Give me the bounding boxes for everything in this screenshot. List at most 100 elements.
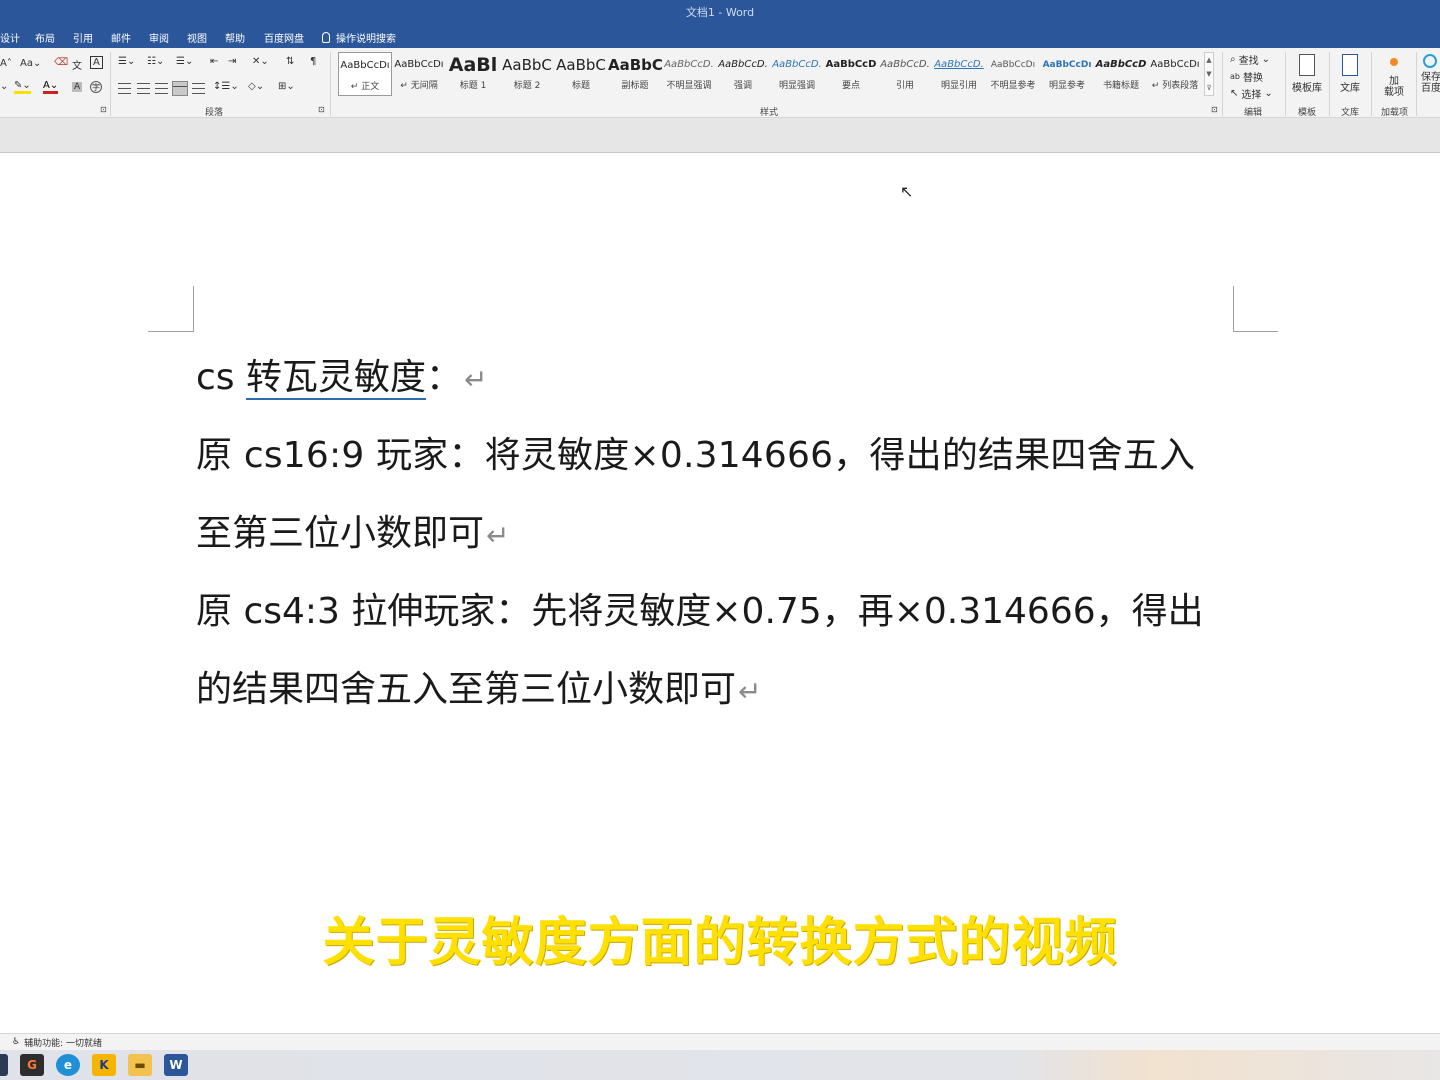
highlight-icon[interactable]: ✎⌄ bbox=[14, 80, 31, 94]
tab-view[interactable]: 视图 bbox=[187, 30, 207, 45]
tab-help[interactable]: 帮助 bbox=[225, 30, 245, 45]
line-spacing-icon[interactable]: ↕☰⌄ bbox=[213, 81, 239, 92]
style-normal[interactable]: AaBbCcDı ↵ 正文 bbox=[338, 52, 392, 96]
font-dialog-launcher-icon[interactable]: ⊡ bbox=[100, 105, 107, 114]
tab-mailings[interactable]: 邮件 bbox=[111, 30, 131, 45]
style-sample: AaBbCcDı bbox=[1042, 60, 1092, 70]
style-subtle-emphasis[interactable]: AaBbCcD. 不明显强调 bbox=[662, 52, 716, 96]
styles-dialog-launcher-icon[interactable]: ⊡ bbox=[1211, 105, 1218, 114]
show-marks-icon[interactable]: ¶ bbox=[310, 56, 316, 67]
font-color-icon[interactable]: A⌄ bbox=[43, 80, 59, 94]
chinese-layout-icon[interactable]: ✕⌄ bbox=[252, 56, 269, 67]
taskbar-edge-icon[interactable]: e bbox=[56, 1054, 80, 1076]
taskbar-g-app-icon[interactable]: G bbox=[20, 1054, 44, 1076]
increase-indent-icon[interactable]: ⇥ bbox=[228, 56, 236, 67]
tab-baidu-netdisk[interactable]: 百度网盘 bbox=[264, 30, 304, 45]
document-page[interactable]: ↖ cs 转瓦灵敏度：↵ 原 cs16:9 玩家：将灵敏度×0.314666，得… bbox=[0, 153, 1440, 1033]
wenku-button[interactable]: 文库 bbox=[1334, 54, 1366, 94]
doc-para-3-line-2[interactable]: 的结果四舍五入至第三位小数即可↵ bbox=[196, 660, 1232, 712]
taskbar-word-icon[interactable]: W bbox=[164, 1054, 188, 1076]
style-intense-reference[interactable]: AaBbCcDı 明显参考 bbox=[1040, 52, 1094, 96]
style-book-title[interactable]: AaBbCcD 书籍标题 bbox=[1094, 52, 1148, 96]
template-library-button[interactable]: 模板库 bbox=[1290, 54, 1324, 94]
style-sample: AaBbCcD. bbox=[934, 59, 984, 70]
bullets-icon[interactable]: ☰⌄ bbox=[118, 56, 135, 67]
numbering-icon[interactable]: ☷⌄ bbox=[147, 56, 164, 67]
tab-layout[interactable]: 布局 bbox=[35, 30, 55, 45]
ribbon: A˄ Aa⌄ ⌫ 文 A ⌄ ✎⌄ A⌄ A 字 ⊡ ☰⌄ ☷⌄ ☰⌄ ⇤ ⇥ … bbox=[0, 48, 1440, 118]
scroll-down-icon[interactable]: ▼ bbox=[1205, 67, 1213, 81]
change-case-icon[interactable]: Aa⌄ bbox=[20, 58, 41, 69]
multilevel-list-icon[interactable]: ☰⌄ bbox=[176, 56, 193, 67]
doc-para-3-line-1[interactable]: 原 cs4:3 拉伸玩家：先将灵敏度×0.75，再×0.314666，得出 bbox=[196, 582, 1232, 634]
status-bar: ♿ 辅助功能: 一切就绪 bbox=[0, 1033, 1440, 1050]
replace-icon: ab bbox=[1230, 72, 1240, 81]
taskbar-app-partial-icon[interactable] bbox=[0, 1054, 8, 1076]
sort-icon[interactable]: ⇅ bbox=[286, 56, 294, 67]
style-heading-1[interactable]: AaBl 标题 1 bbox=[446, 52, 500, 96]
style-quote[interactable]: AaBbCcD. 引用 bbox=[878, 52, 932, 96]
paragraph-mark-icon: ↵ bbox=[486, 519, 510, 552]
style-sample: AaBbCcD bbox=[1095, 59, 1147, 70]
para2-line1-text: 原 cs16:9 玩家：将灵敏度×0.314666，得出的结果四舍五入 bbox=[196, 435, 1196, 476]
tab-design[interactable]: 设计 bbox=[0, 30, 20, 45]
style-subtitle[interactable]: AaBbC 副标题 bbox=[608, 52, 662, 96]
align-center-icon[interactable] bbox=[137, 83, 150, 94]
style-intense-quote[interactable]: AaBbCcD. 明显引用 bbox=[932, 52, 986, 96]
distributed-icon[interactable] bbox=[192, 83, 205, 94]
addins-button[interactable]: 加 载项 bbox=[1378, 54, 1410, 98]
style-name: 明显强调 bbox=[778, 81, 815, 91]
editing-group-label: 编辑 bbox=[1244, 108, 1263, 118]
styles-gallery-scroll[interactable]: ▲ ▼ ⊽ bbox=[1204, 52, 1214, 96]
phonetic-guide-icon[interactable]: 文 bbox=[72, 57, 82, 72]
tab-references[interactable]: 引用 bbox=[73, 30, 93, 45]
select-button[interactable]: ↖ 选择 ⌄ bbox=[1230, 86, 1273, 101]
paragraph-dialog-launcher-icon[interactable]: ⊡ bbox=[318, 105, 325, 114]
taskbar-file-explorer-icon[interactable]: ▬ bbox=[128, 1054, 152, 1076]
clear-format-icon[interactable]: ⌫ bbox=[54, 57, 68, 68]
shading-icon[interactable]: ◇⌄ bbox=[248, 81, 264, 92]
style-no-spacing[interactable]: AaBbCcDı ↵ 无间隔 bbox=[392, 52, 446, 96]
tell-me-search[interactable]: 操作说明搜索 bbox=[322, 30, 396, 45]
template-group-label: 模板 bbox=[1298, 108, 1317, 118]
accessibility-icon[interactable]: ♿ bbox=[12, 1037, 20, 1047]
addins-button-label-line2: 载项 bbox=[1384, 87, 1404, 98]
style-name: 引用 bbox=[895, 81, 914, 91]
enclose-char-icon[interactable]: 字 bbox=[90, 81, 102, 93]
tab-review[interactable]: 审阅 bbox=[149, 30, 169, 45]
char-border-icon[interactable]: A bbox=[90, 56, 103, 69]
select-label: 选择 bbox=[1241, 90, 1262, 101]
font-size-icon[interactable]: A˄ bbox=[0, 58, 12, 69]
scroll-up-icon[interactable]: ▲ bbox=[1205, 53, 1213, 67]
taskbar-k-app-icon[interactable]: K bbox=[92, 1054, 116, 1076]
save-to-baidu-button[interactable]: 保存 百度 bbox=[1421, 54, 1440, 94]
styles-group-label: 样式 bbox=[760, 108, 779, 118]
find-button[interactable]: ⌕ 查找 ⌄ bbox=[1230, 52, 1270, 67]
gallery-more-icon[interactable]: ⊽ bbox=[1205, 81, 1213, 95]
style-subtle-reference[interactable]: AaBbCcDı 不明显参考 bbox=[986, 52, 1040, 96]
char-shading-icon[interactable]: A bbox=[72, 82, 83, 92]
justify-icon[interactable] bbox=[172, 81, 188, 96]
doc-para-2-line-2[interactable]: 至第三位小数即可↵ bbox=[196, 504, 1232, 556]
separator bbox=[1416, 52, 1417, 116]
addins-button-label-line1: 加 bbox=[1389, 76, 1399, 87]
align-left-icon[interactable] bbox=[118, 83, 131, 94]
style-intense-emphasis[interactable]: AaBbCcD. 明显强调 bbox=[770, 52, 824, 96]
style-name: 标题 bbox=[571, 81, 590, 91]
accessibility-status[interactable]: 辅助功能: 一切就绪 bbox=[24, 1036, 102, 1049]
doc-line-1[interactable]: cs 转瓦灵敏度：↵ bbox=[196, 348, 1232, 400]
borders-icon[interactable]: ⊞⌄ bbox=[278, 81, 295, 92]
style-heading-2[interactable]: AaBbC 标题 2 bbox=[500, 52, 554, 96]
decrease-indent-icon[interactable]: ⇤ bbox=[210, 56, 218, 67]
doc-para-2-line-1[interactable]: 原 cs16:9 玩家：将灵敏度×0.314666，得出的结果四舍五入 bbox=[196, 426, 1232, 478]
style-title[interactable]: AaBbC 标题 bbox=[554, 52, 608, 96]
template-icon bbox=[1299, 54, 1315, 76]
align-right-icon[interactable] bbox=[155, 83, 168, 94]
dropdown-icon[interactable]: ⌄ bbox=[0, 81, 8, 92]
style-emphasis[interactable]: AaBbCcD. 强调 bbox=[716, 52, 770, 96]
replace-button[interactable]: ab 替换 bbox=[1230, 69, 1263, 84]
style-strong[interactable]: AaBbCcD 要点 bbox=[824, 52, 878, 96]
style-sample: AaBbCcD. bbox=[718, 59, 768, 70]
style-sample: AaBbC bbox=[556, 56, 606, 74]
style-list-paragraph[interactable]: AaBbCcDı ↵ 列表段落 bbox=[1148, 52, 1202, 96]
